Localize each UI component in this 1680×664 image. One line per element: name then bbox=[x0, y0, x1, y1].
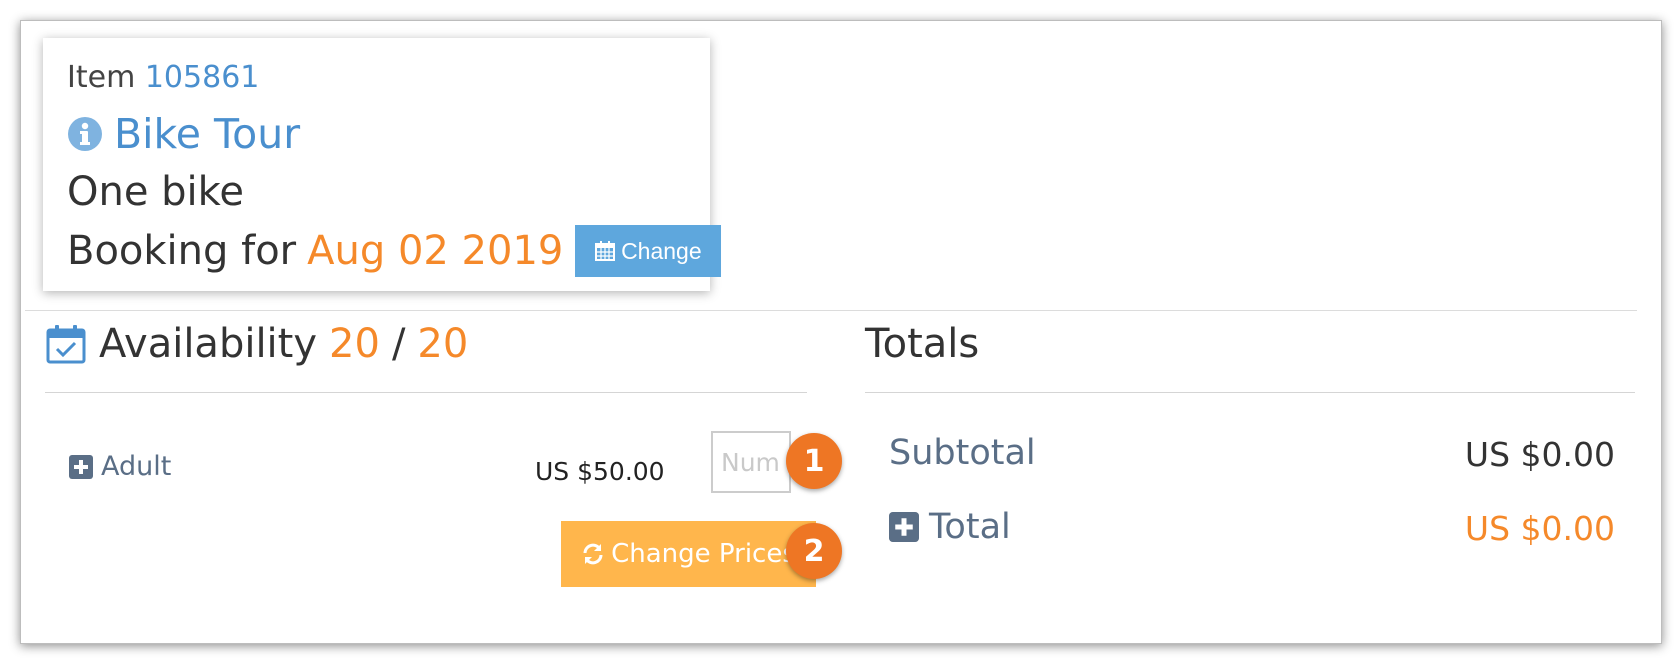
change-prices-button[interactable]: Change Prices bbox=[561, 521, 816, 587]
plus-square-icon bbox=[889, 512, 919, 542]
availability-label: Availability bbox=[99, 321, 318, 367]
item-number-line: Item 105861 bbox=[67, 60, 259, 95]
adult-ticket-toggle[interactable]: Adult bbox=[69, 451, 171, 482]
booking-date: Aug 02 2019 bbox=[307, 228, 564, 274]
item-prefix: Item bbox=[67, 60, 136, 95]
subtotal-label: Subtotal bbox=[889, 433, 1036, 473]
availability-heading: Availability 20 / 20 bbox=[45, 321, 468, 367]
totals-heading: Totals bbox=[865, 321, 980, 367]
item-card: Item 105861 Bike Tour One bike Booking f… bbox=[43, 38, 722, 291]
item-description: One bike bbox=[67, 169, 245, 215]
item-title-link[interactable]: Bike Tour bbox=[114, 110, 300, 158]
availability-separator: / bbox=[391, 321, 406, 367]
adult-quantity-input[interactable] bbox=[711, 431, 791, 493]
callout-badge-1: 1 bbox=[786, 433, 842, 489]
availability-capacity: 20 bbox=[417, 321, 469, 367]
totals-rule bbox=[865, 392, 1635, 393]
booking-date-line: Booking for Aug 02 2019 Change bbox=[67, 225, 722, 277]
availability-count: 20 bbox=[329, 321, 380, 367]
total-value: US $0.00 bbox=[1464, 509, 1615, 548]
info-circle-icon[interactable] bbox=[67, 116, 103, 152]
plus-square-icon bbox=[69, 454, 93, 479]
booking-panel: Item 105861 Bike Tour One bike Booking f… bbox=[20, 20, 1662, 644]
section-divider bbox=[25, 310, 1637, 311]
change-date-button[interactable]: Change bbox=[575, 225, 722, 277]
adult-label: Adult bbox=[101, 451, 172, 482]
calendar-icon bbox=[595, 241, 616, 261]
refresh-icon bbox=[583, 543, 603, 565]
adult-price: US $50.00 bbox=[535, 457, 665, 486]
subtotal-value: US $0.00 bbox=[1464, 435, 1615, 474]
callout-badge-2: 2 bbox=[786, 523, 842, 579]
calendar-check-icon bbox=[46, 325, 86, 364]
item-number-link[interactable]: 105861 bbox=[145, 60, 260, 95]
change-prices-label: Change Prices bbox=[611, 539, 796, 569]
change-date-label: Change bbox=[621, 237, 702, 264]
booking-prefix: Booking for bbox=[67, 228, 297, 274]
total-row[interactable]: Total bbox=[889, 507, 1011, 547]
total-label: Total bbox=[929, 507, 1011, 547]
item-title: Bike Tour bbox=[67, 110, 300, 158]
availability-rule bbox=[45, 392, 807, 393]
